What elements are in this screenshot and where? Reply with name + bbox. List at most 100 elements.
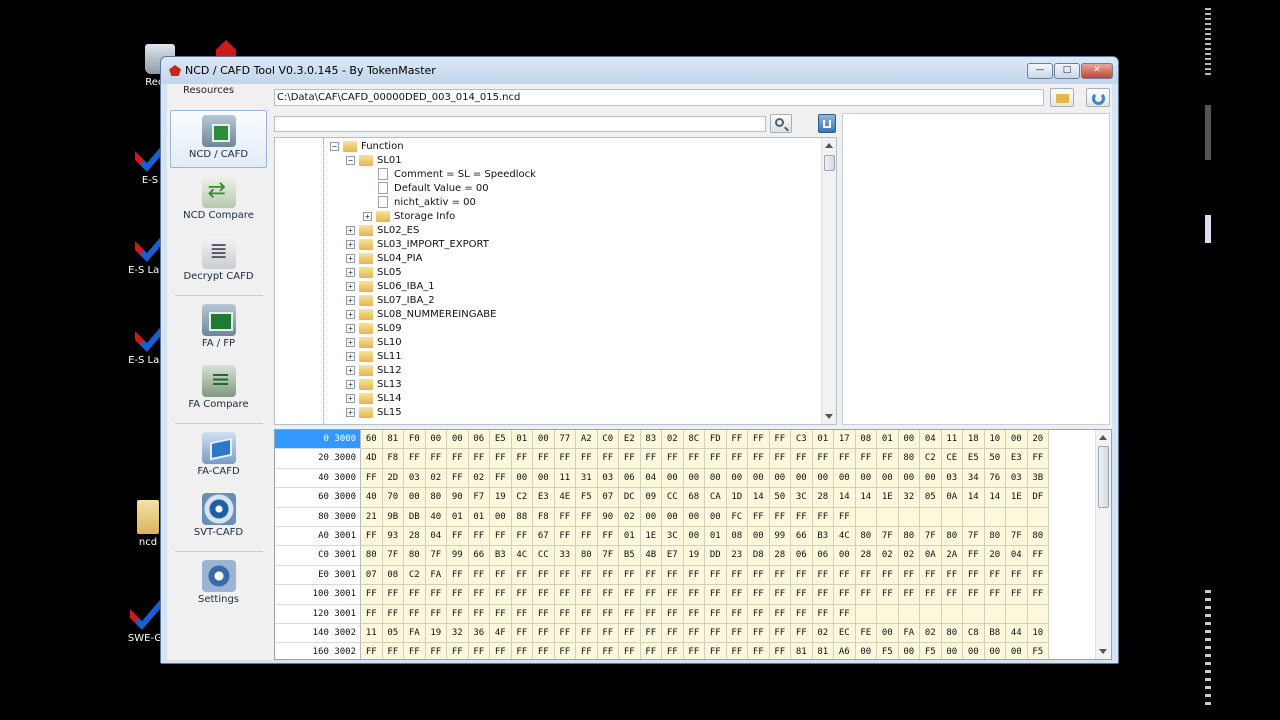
hex-cell[interactable]: FF <box>490 468 512 489</box>
hex-cell[interactable] <box>963 507 985 527</box>
hex-cell[interactable]: FF <box>447 565 469 586</box>
hex-cell[interactable]: FF <box>941 565 963 586</box>
hex-cell[interactable]: 80 <box>425 488 447 508</box>
hex-cell[interactable]: FF <box>877 565 899 586</box>
hex-cell[interactable]: B5 <box>619 546 641 566</box>
hex-cell[interactable]: FF <box>769 604 791 624</box>
title-bar[interactable]: NCD / CAFD Tool V0.3.0.145 - By TokenMas… <box>161 57 1118 84</box>
expand-icon[interactable]: + <box>346 337 355 347</box>
expand-icon[interactable]: + <box>346 393 355 403</box>
hex-cell[interactable]: 00 <box>533 430 555 450</box>
tree-node-sl03[interactable]: + SL03_IMPORT_EXPORT <box>346 237 489 251</box>
hex-cell[interactable]: 1E <box>877 488 899 508</box>
hex-cell[interactable] <box>855 604 877 624</box>
hex-cell[interactable]: FF <box>705 565 727 586</box>
hex-cell[interactable]: 02 <box>877 546 899 566</box>
hex-cell[interactable]: FF <box>447 604 469 624</box>
hex-cell[interactable]: FF <box>640 604 662 624</box>
hex-cell[interactable]: FF <box>705 449 727 469</box>
hex-cell[interactable]: 00 <box>683 507 705 527</box>
hex-cell[interactable]: 77 <box>554 430 576 450</box>
hex-cell[interactable]: FA <box>425 565 447 586</box>
hex-cell[interactable]: FF <box>533 449 555 469</box>
minimize-button[interactable]: — <box>1027 63 1053 79</box>
hex-cell[interactable]: FF <box>748 604 770 624</box>
hex-cell[interactable]: FF <box>597 624 619 644</box>
hex-cell[interactable]: C2 <box>404 565 426 586</box>
hex-cell[interactable]: 00 <box>898 468 920 489</box>
hex-cell[interactable]: 14 <box>834 488 856 508</box>
hex-cell[interactable]: 70 <box>382 488 404 508</box>
hex-cell[interactable]: DD <box>705 546 727 566</box>
hex-cell[interactable]: B3 <box>490 546 512 566</box>
hex-cell[interactable]: FF <box>447 449 469 469</box>
hex-cell[interactable]: FF <box>554 449 576 469</box>
hex-cell[interactable]: 93 <box>382 527 404 547</box>
expand-icon[interactable]: + <box>346 295 355 305</box>
hex-cell[interactable]: FF <box>877 585 899 605</box>
hex-cell[interactable]: 36 <box>468 624 490 644</box>
hex-cell[interactable]: FF <box>468 585 490 605</box>
hex-cell[interactable]: 11 <box>554 468 576 489</box>
scroll-down-icon[interactable] <box>1099 649 1107 654</box>
hex-cell[interactable]: 7F <box>963 527 985 547</box>
hex-row-address[interactable]: 0 3000 <box>275 430 361 450</box>
hex-cell[interactable]: 14 <box>855 488 877 508</box>
hex-cell[interactable]: FF <box>361 643 383 659</box>
hex-cell[interactable]: FF <box>533 565 555 586</box>
hex-cell[interactable]: F5 <box>1027 643 1049 659</box>
hex-cell[interactable]: FF <box>425 604 447 624</box>
hex-cell[interactable] <box>855 507 877 527</box>
hex-cell[interactable]: 08 <box>726 527 748 547</box>
hex-cell[interactable]: 00 <box>511 468 533 489</box>
hex-cell[interactable]: FF <box>597 604 619 624</box>
hex-cell[interactable]: 08 <box>855 430 877 450</box>
hex-cell[interactable]: 28 <box>769 546 791 566</box>
hex-cell[interactable]: FF <box>533 643 555 659</box>
hex-row-address[interactable]: 120 3001 <box>275 604 361 624</box>
tree-node-sl15[interactable]: + SL15 <box>346 405 402 419</box>
hex-cell[interactable]: 00 <box>662 507 684 527</box>
hex-cell[interactable]: 19 <box>425 624 447 644</box>
hex-cell[interactable]: 20 <box>1027 430 1049 450</box>
hex-cell[interactable]: 00 <box>447 430 469 450</box>
hex-cell[interactable] <box>963 604 985 624</box>
hex-cell[interactable]: 17 <box>834 430 856 450</box>
hex-cell[interactable]: FF <box>662 565 684 586</box>
hex-cell[interactable]: 0A <box>920 546 942 566</box>
hex-row[interactable]: E0 3001 07 08 C2 FA FF FF FF FF FF FF FF FF FF FF FF FF F… <box>275 565 1063 586</box>
hex-cell[interactable]: 00 <box>898 643 920 659</box>
tree-node-sl09[interactable]: + SL09 <box>346 321 402 335</box>
hex-cell[interactable]: 3C <box>662 527 684 547</box>
hex-cell[interactable]: FF <box>404 604 426 624</box>
hex-cell[interactable]: FF <box>791 507 813 527</box>
hex-cell[interactable]: 7F <box>920 527 942 547</box>
hex-cell[interactable]: 00 <box>726 468 748 489</box>
hex-cell[interactable]: 00 <box>855 643 877 659</box>
hex-cell[interactable]: 00 <box>1006 643 1028 659</box>
hex-cell[interactable]: FF <box>554 507 576 527</box>
hex-cell[interactable]: 4E <box>554 488 576 508</box>
hex-cell[interactable]: 07 <box>597 488 619 508</box>
hex-cell[interactable]: FF <box>1027 546 1049 566</box>
hex-cell[interactable]: FF <box>984 565 1006 586</box>
hex-row-address[interactable]: 60 3000 <box>275 488 361 508</box>
hex-cell[interactable]: 02 <box>662 430 684 450</box>
hex-cell[interactable]: 66 <box>468 546 490 566</box>
expand-icon[interactable]: + <box>346 323 355 333</box>
hex-row-address[interactable]: 100 3001 <box>275 585 361 605</box>
scroll-thumb[interactable] <box>1098 446 1109 508</box>
hex-cell[interactable]: 4C <box>834 527 856 547</box>
file-path-field[interactable]: C:\Data\CAF\CAFD_00000DED_003_014_015.nc… <box>274 89 1044 106</box>
hex-cell[interactable]: FF <box>834 507 856 527</box>
hex-cell[interactable]: FF <box>748 507 770 527</box>
hex-cell[interactable]: FF <box>382 643 404 659</box>
hex-row[interactable]: 80 3000 21 9B DB 40 01 01 00 88 F8 FF FF 90 02 00 00 00 0… <box>275 507 1063 527</box>
hex-cell[interactable]: 06 <box>791 546 813 566</box>
hex-cell[interactable]: 32 <box>898 488 920 508</box>
hex-cell[interactable]: FF <box>963 585 985 605</box>
hex-cell[interactable]: FF <box>447 468 469 489</box>
hex-cell[interactable]: 00 <box>898 430 920 450</box>
nav-fa-cafd[interactable]: FA-CAFD <box>170 428 267 486</box>
hex-cell[interactable]: F7 <box>468 488 490 508</box>
